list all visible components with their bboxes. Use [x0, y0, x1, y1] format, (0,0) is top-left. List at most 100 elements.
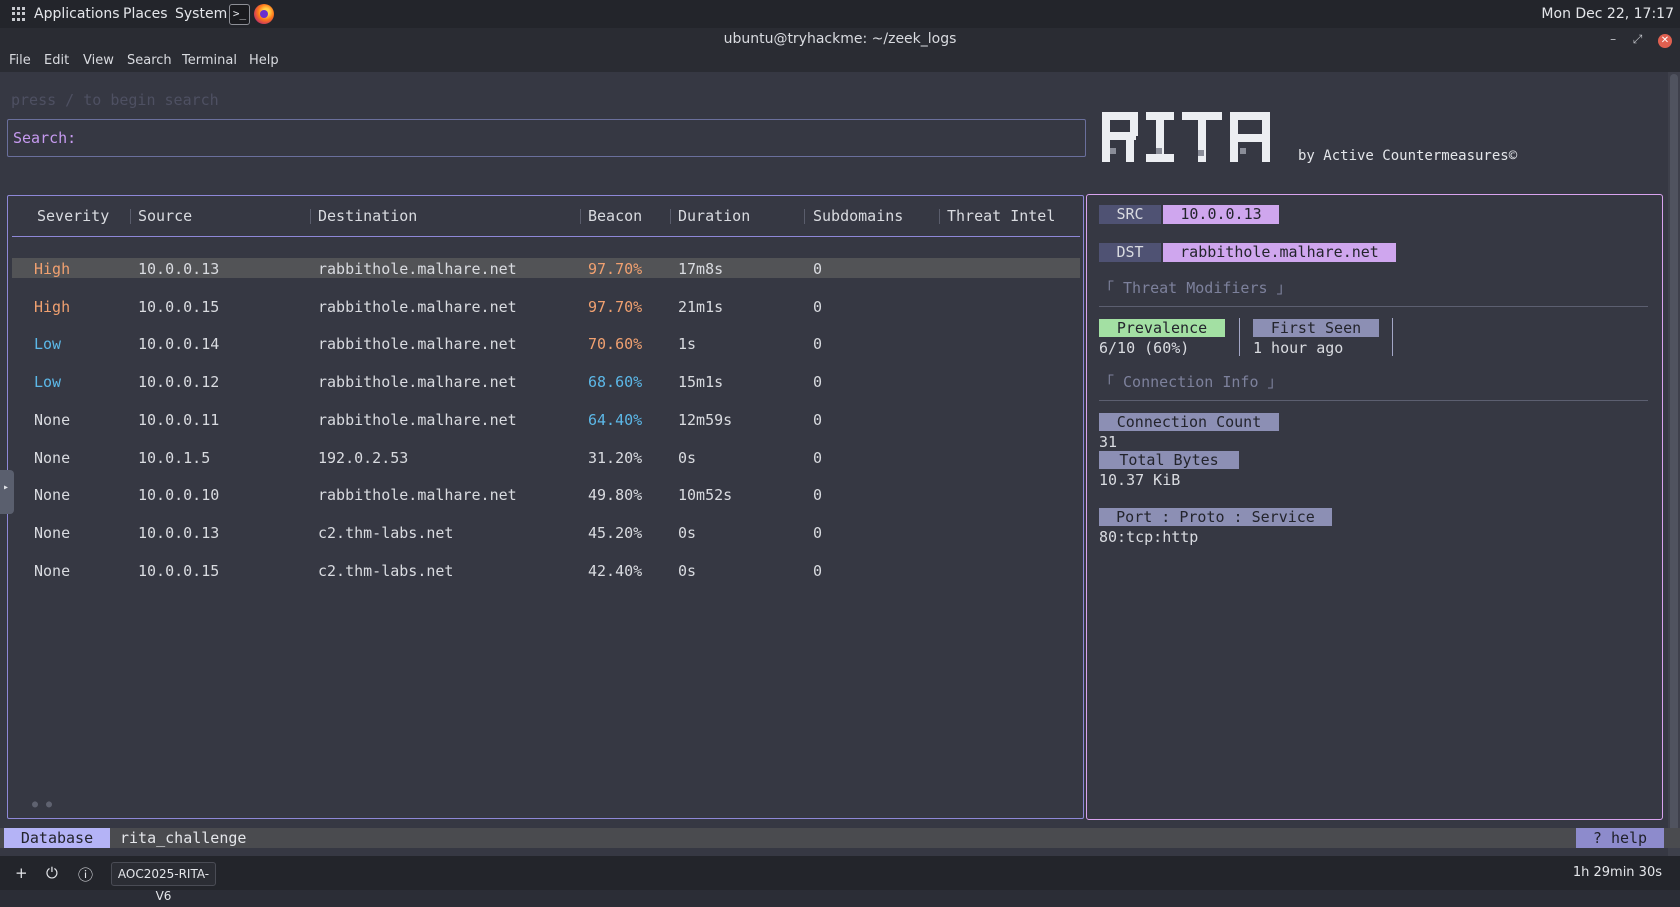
cell-subdomains: 0: [813, 486, 823, 505]
applications-menu[interactable]: Applications: [34, 6, 120, 22]
database-name: rita_challenge: [120, 829, 247, 847]
table-header: Severity Source Destination Beacon Durat…: [12, 196, 1080, 237]
connection-info-title: 「 Connection Info 」: [1099, 373, 1283, 391]
side-panel-handle[interactable]: [0, 470, 14, 514]
add-icon[interactable]: +: [15, 864, 28, 882]
first-seen-value: 1 hour ago: [1253, 339, 1344, 357]
places-menu[interactable]: Places: [123, 6, 168, 22]
session-timer: 1h 29min 30s: [1572, 865, 1662, 880]
scrollbar-thumb[interactable]: [1670, 74, 1678, 834]
table-row[interactable]: Low 10.0.0.12 rabbithole.malhare.net 68.60%…: [12, 371, 1080, 391]
port-proto-service-badge: Port : Proto : Service: [1099, 508, 1332, 526]
column-destination[interactable]: Destination: [318, 207, 417, 225]
section-divider: [1099, 306, 1648, 307]
column-severity[interactable]: Severity: [37, 207, 109, 225]
table-row[interactable]: None 10.0.1.5 192.0.2.53 31.20% 0s 0: [12, 447, 1080, 467]
cell-subdomains: 0: [813, 373, 823, 392]
column-source[interactable]: Source: [138, 207, 192, 225]
column-divider: [1239, 318, 1240, 356]
menu-view[interactable]: View: [83, 53, 114, 68]
apps-grid-icon[interactable]: [12, 7, 26, 21]
cell-destination: c2.thm-labs.net: [318, 523, 454, 542]
dst-label: DST: [1099, 243, 1161, 262]
column-beacon[interactable]: Beacon: [588, 207, 642, 225]
connection-count-value: 31: [1099, 433, 1118, 451]
taskbar: + ⏻ ⓘ AOC2025-RITA-V6 1h 29min 30s: [0, 856, 1680, 903]
cell-duration: 0s: [678, 523, 697, 542]
total-bytes-value: 10.37 KiB: [1099, 471, 1181, 489]
cell-severity: None: [34, 410, 71, 429]
cell-destination: rabbithole.malhare.net: [318, 486, 517, 505]
cell-destination: rabbithole.malhare.net: [318, 335, 517, 354]
src-value: 10.0.0.13: [1163, 205, 1279, 224]
search-label: Search:: [13, 129, 77, 147]
cell-destination: c2.thm-labs.net: [318, 561, 454, 580]
table-row[interactable]: None 10.0.0.10 rabbithole.malhare.net 49.80…: [12, 484, 1080, 504]
table-row[interactable]: Low 10.0.0.14 rabbithole.malhare.net 70.60%…: [12, 333, 1080, 353]
cell-destination: rabbithole.malhare.net: [318, 297, 517, 316]
cell-subdomains: 0: [813, 260, 823, 278]
terminal-area[interactable]: press / to begin search Search: by Activ…: [0, 72, 1680, 856]
cell-beacon: 49.80%: [588, 486, 643, 505]
table-row[interactable]: None 10.0.0.15 c2.thm-labs.net 42.40% 0s 0: [12, 560, 1080, 580]
column-separator: [804, 209, 805, 224]
column-divider: [1392, 318, 1393, 356]
menu-edit[interactable]: Edit: [44, 53, 69, 68]
cell-destination: 192.0.2.53: [318, 448, 409, 467]
cell-destination: rabbithole.malhare.net: [318, 410, 517, 429]
cell-source: 10.0.0.13: [138, 523, 220, 542]
column-subdomains[interactable]: Subdomains: [813, 207, 903, 225]
table-row[interactable]: High 10.0.0.15 rabbithole.malhare.net 97.70…: [12, 296, 1080, 316]
terminal-scrollbar[interactable]: [1668, 72, 1680, 856]
window-title: ubuntu@tryhackme: ~/zeek_logs: [723, 31, 957, 47]
port-proto-service-value: 80:tcp:http: [1099, 528, 1199, 546]
table-row[interactable]: None 10.0.0.13 c2.thm-labs.net 45.20% 0s 0: [12, 522, 1080, 542]
column-separator: [939, 209, 940, 224]
src-label: SRC: [1099, 205, 1161, 224]
cell-duration: 10m52s: [678, 486, 733, 505]
cell-duration: 21m1s: [678, 297, 724, 316]
menu-search[interactable]: Search: [127, 53, 172, 68]
info-icon[interactable]: ⓘ: [78, 864, 93, 885]
table-row[interactable]: None 10.0.0.11 rabbithole.malhare.net 64.40…: [12, 409, 1080, 429]
cell-source: 10.0.0.13: [138, 260, 220, 278]
cell-beacon: 31.20%: [588, 448, 643, 467]
cell-subdomains: 0: [813, 297, 823, 316]
column-threat-intel[interactable]: Threat Intel: [947, 207, 1055, 225]
cell-duration: 17m8s: [678, 260, 724, 278]
cell-subdomains: 0: [813, 335, 823, 354]
clock: Mon Dec 22, 17:17: [1541, 6, 1674, 22]
taskbar-machine-button[interactable]: AOC2025-RITA-V6: [111, 862, 216, 903]
menu-file[interactable]: File: [9, 53, 31, 68]
help-button[interactable]: ? help: [1576, 828, 1664, 848]
column-duration[interactable]: Duration: [678, 207, 750, 225]
close-icon[interactable]: ✕: [1658, 34, 1672, 48]
terminal-launcher-icon[interactable]: >_: [229, 4, 250, 25]
search-input[interactable]: Search:: [7, 119, 1086, 157]
system-top-bar: Applications Places System >_ Mon Dec 22…: [0, 0, 1680, 28]
results-panel: Severity Source Destination Beacon Durat…: [7, 195, 1084, 819]
minimize-icon[interactable]: –: [1603, 28, 1623, 50]
prevalence-value: 6/10 (60%): [1099, 339, 1190, 357]
dst-value: rabbithole.malhare.net: [1163, 243, 1396, 262]
table-row[interactable]: High 10.0.0.13 rabbithole.malhare.net 97.70…: [12, 258, 1080, 278]
menu-terminal[interactable]: Terminal: [182, 53, 237, 68]
cell-source: 10.0.0.14: [138, 335, 220, 354]
cell-beacon: 97.70%: [588, 260, 643, 278]
window-controls: – ⤢ ✕: [1603, 28, 1672, 50]
cell-duration: 0s: [678, 448, 697, 467]
column-separator: [580, 209, 581, 224]
threat-modifiers-title: 「 Threat Modifiers 」: [1099, 279, 1292, 297]
cell-severity: None: [34, 561, 71, 580]
power-icon[interactable]: ⏻: [46, 864, 58, 882]
cell-source: 10.0.1.5: [138, 448, 211, 467]
cell-source: 10.0.0.15: [138, 297, 220, 316]
firefox-icon[interactable]: [254, 4, 274, 24]
system-menu[interactable]: System: [175, 6, 227, 22]
maximize-icon[interactable]: ⤢: [1628, 28, 1648, 50]
menu-help[interactable]: Help: [249, 53, 279, 68]
column-separator: [670, 209, 671, 224]
cell-severity: High: [34, 260, 71, 278]
cell-duration: 0s: [678, 561, 697, 580]
column-separator: [130, 209, 131, 224]
